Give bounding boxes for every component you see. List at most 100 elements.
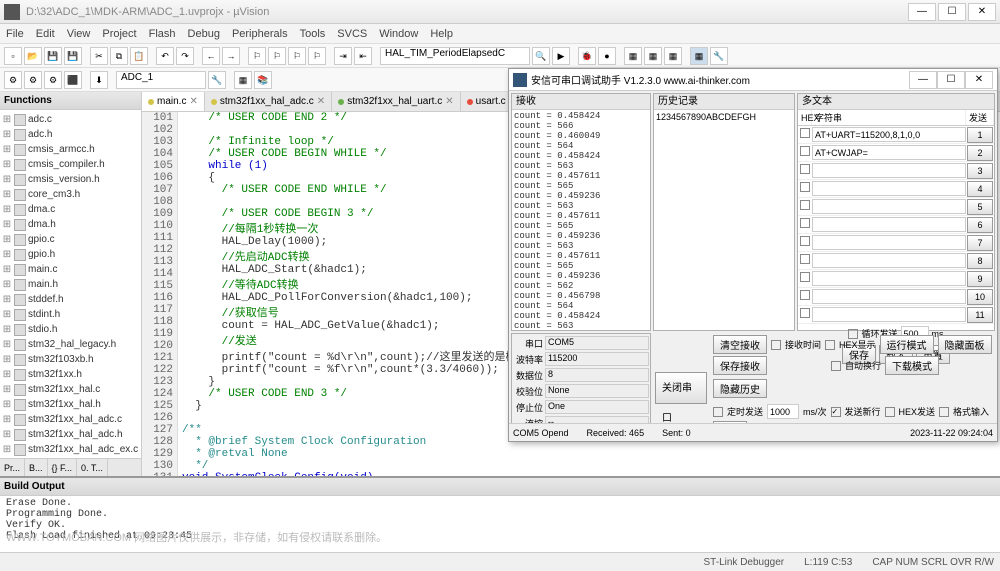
multi-send-button[interactable]: 9 [967,271,993,287]
tree-item[interactable]: ⊞stddef.h [2,292,139,307]
multi-hex-checkbox[interactable] [800,308,810,318]
multi-send-button[interactable]: 3 [967,163,993,179]
books-icon[interactable]: 📚 [254,71,272,89]
tree-item[interactable]: ⊞cmsis_armcc.h [2,142,139,157]
wrench-icon[interactable]: 🔧 [710,47,728,65]
tree-item[interactable]: ⊞gpio.h [2,247,139,262]
port-select[interactable]: COM5 [545,336,649,350]
tool-a-icon[interactable]: ▦ [624,47,642,65]
copy-icon[interactable]: ⧉ [110,47,128,65]
file-tab[interactable]: main.c✕ [142,92,205,111]
bookmark-clear-icon[interactable]: ⚐ [308,47,326,65]
tree-item[interactable]: ⊞stm32f1xx_hal_adc_ex.c [2,442,139,457]
multi-text-input[interactable] [812,307,966,322]
multi-hex-checkbox[interactable] [800,200,810,210]
tree-item[interactable]: ⊞main.c [2,262,139,277]
multi-text-input[interactable] [812,145,966,160]
tree-item[interactable]: ⊞core_cm3.h [2,187,139,202]
close-port-button[interactable]: 关闭串口 [655,372,707,404]
file-tab[interactable]: stm32f1xx_hal_adc.c✕ [205,92,332,111]
tree-item[interactable]: ⊞stm32f1xx_hal.c [2,382,139,397]
paste-icon[interactable]: 📋 [130,47,148,65]
panel-tab[interactable]: B... [25,459,48,476]
breakpoint-icon[interactable]: ● [598,47,616,65]
auto-wrap-checkbox[interactable] [831,361,841,371]
baud-select[interactable]: 115200 [545,352,649,366]
tree-item[interactable]: ⊞cmsis_version.h [2,172,139,187]
stopbits-select[interactable]: One [545,400,649,414]
hide-panel-button[interactable]: 隐藏面板 [938,335,992,354]
serial-close-button[interactable]: ✕ [965,71,993,89]
multi-send-button[interactable]: 11 [967,307,993,323]
tree-item[interactable]: ⊞stm32f1xx_hal.h [2,397,139,412]
multi-hex-checkbox[interactable] [800,254,810,264]
multi-hex-checkbox[interactable] [800,272,810,282]
timer-interval-input[interactable] [767,404,799,419]
multi-send-button[interactable]: 2 [967,145,993,161]
multi-hex-checkbox[interactable] [800,182,810,192]
options-icon[interactable]: 🔧 [208,71,226,89]
receive-content[interactable]: count = 0.458424 count = 566 count = 0.4… [512,110,650,330]
tree-item[interactable]: ⊞dma.c [2,202,139,217]
run-mode-button[interactable]: 运行模式 [880,335,934,354]
nav-fwd-icon[interactable]: → [222,47,240,65]
tree-item[interactable]: ⊞stm32f1xx_hal_adc.c [2,412,139,427]
multi-hex-checkbox[interactable] [800,236,810,246]
multi-text-input[interactable] [812,253,966,268]
multi-hex-checkbox[interactable] [800,290,810,300]
multi-text-input[interactable] [812,127,966,142]
undo-icon[interactable]: ↶ [156,47,174,65]
multi-send-button[interactable]: 6 [967,217,993,233]
hex-send-checkbox[interactable] [885,407,895,417]
multi-text-input[interactable] [812,289,966,304]
panel-tab[interactable]: 0. T... [77,459,108,476]
menu-peripherals[interactable]: Peripherals [232,28,288,40]
menu-window[interactable]: Window [379,28,418,40]
multi-hex-checkbox[interactable] [800,128,810,138]
panel-tab[interactable]: {} F... [48,459,78,476]
menu-debug[interactable]: Debug [188,28,220,40]
parity-select[interactable]: None [545,384,649,398]
hide-history-button[interactable]: 隐藏历史 [713,379,767,398]
find-combo[interactable]: HAL_TIM_PeriodElapsedC [380,47,530,65]
menu-help[interactable]: Help [430,28,453,40]
multi-text-input[interactable] [812,181,966,196]
outdent-icon[interactable]: ⇤ [354,47,372,65]
file-tab[interactable]: stm32f1xx_hal_uart.c✕ [332,92,460,111]
databits-select[interactable]: 8 [545,368,649,382]
new-icon[interactable]: ▫ [4,47,22,65]
menu-file[interactable]: File [6,28,24,40]
menu-view[interactable]: View [67,28,91,40]
history-content[interactable]: 1234567890ABCDEFGH [654,110,794,330]
hex-display-checkbox[interactable] [825,340,835,350]
cut-icon[interactable]: ✂ [90,47,108,65]
multi-text-input[interactable] [812,199,966,214]
tree-item[interactable]: ⊞dma.h [2,217,139,232]
multi-send-button[interactable]: 10 [967,289,993,305]
multi-hex-checkbox[interactable] [800,218,810,228]
serial-minimize-button[interactable]: — [909,71,937,89]
bookmark-icon[interactable]: ⚐ [248,47,266,65]
stop-build-icon[interactable]: ⬛ [64,71,82,89]
minimize-button[interactable]: — [908,3,936,21]
multi-text-input[interactable] [812,235,966,250]
save-all-icon[interactable]: 💾 [64,47,82,65]
close-button[interactable]: ✕ [968,3,996,21]
config-icon[interactable]: ▦ [690,47,708,65]
multi-text-input[interactable] [812,271,966,286]
tree-item[interactable]: ⊞gpio.c [2,232,139,247]
save-icon[interactable]: 💾 [44,47,62,65]
find-icon[interactable]: 🔍 [532,47,550,65]
tree-item[interactable]: ⊞adc.h [2,127,139,142]
save-recv-button[interactable]: 保存接收 [713,356,767,375]
tool-c-icon[interactable]: ▦ [664,47,682,65]
tool-b-icon[interactable]: ▦ [644,47,662,65]
timer-send-checkbox[interactable] [713,407,723,417]
serial-maximize-button[interactable]: ☐ [937,71,965,89]
menu-flash[interactable]: Flash [149,28,176,40]
menu-edit[interactable]: Edit [36,28,55,40]
tree-item[interactable]: ⊞cmsis_compiler.h [2,157,139,172]
bookmark-next-icon[interactable]: ⚐ [288,47,306,65]
maximize-button[interactable]: ☐ [938,3,966,21]
multi-text-input[interactable] [812,163,966,178]
